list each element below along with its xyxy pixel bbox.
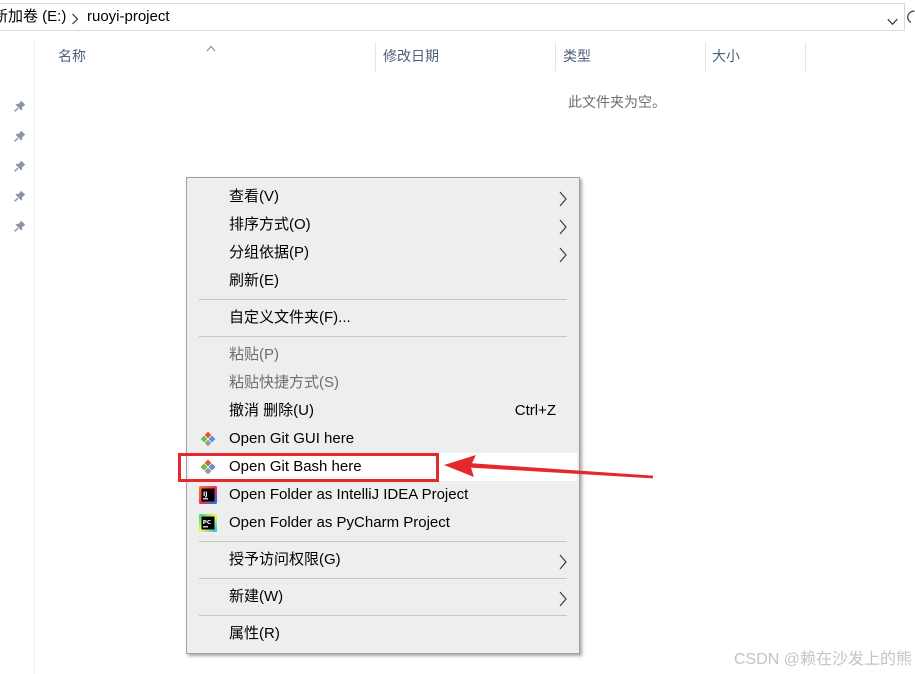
menu-separator: [187, 611, 579, 620]
column-header-date-modified[interactable]: 修改日期: [383, 42, 439, 70]
menu-item-label: 自定义文件夹(F)...: [229, 309, 351, 326]
menu-item-label: 查看(V): [229, 188, 279, 205]
menu-item-new[interactable]: 新建(W): [187, 583, 579, 611]
column-header-type[interactable]: 类型: [563, 42, 591, 70]
menu-separator: [187, 295, 579, 304]
menu-item-paste: 粘贴(P): [187, 341, 579, 369]
menu-item-properties[interactable]: 属性(R): [187, 620, 579, 648]
chevron-right-icon: [558, 217, 568, 235]
watermark: CSDN @赖在沙发上的熊: [733, 651, 912, 668]
address-bar[interactable]: 新加卷 (E:) ruoyi-project: [0, 3, 905, 31]
chevron-right-icon: [558, 589, 568, 607]
breadcrumb-drive[interactable]: 新加卷 (E:): [0, 4, 66, 30]
column-divider[interactable]: [555, 42, 556, 71]
menu-item-sort-by[interactable]: 排序方式(O): [187, 211, 579, 239]
menu-item-open-pycharm[interactable]: PC Open Folder as PyCharm Project: [187, 509, 579, 537]
menu-item-open-git-gui[interactable]: Open Git GUI here: [187, 425, 579, 453]
column-header-name[interactable]: 名称: [58, 42, 86, 70]
menu-item-label: Open Git GUI here: [229, 430, 355, 447]
breadcrumb-folder[interactable]: ruoyi-project: [87, 4, 170, 30]
menu-item-label: 撤消 删除(U): [229, 402, 314, 419]
menu-item-label: Open Folder as PyCharm Project: [229, 514, 450, 531]
chevron-right-icon[interactable]: [71, 12, 79, 25]
menu-item-open-intellij[interactable]: IJ Open Folder as IntelliJ IDEA Project: [187, 481, 579, 509]
menu-item-view[interactable]: 查看(V): [187, 183, 579, 211]
context-menu: 查看(V) 排序方式(O) 分组依据(P) 刷新(E) 自定义文件夹(F)...…: [186, 177, 580, 654]
menu-item-label: 粘贴(P): [229, 346, 279, 363]
menu-item-customize-folder[interactable]: 自定义文件夹(F)...: [187, 304, 579, 332]
file-explorer-window: { "window": { "address_bar": { "drive_la…: [0, 0, 915, 674]
column-header-size[interactable]: 大小: [712, 42, 740, 70]
menu-separator: [187, 574, 579, 583]
chevron-right-icon: [558, 552, 568, 570]
pycharm-icon: PC: [199, 514, 217, 532]
chevron-right-icon: [558, 245, 568, 263]
pin-icon[interactable]: [14, 189, 26, 202]
pin-icon[interactable]: [14, 99, 26, 112]
menu-item-label: 授予访问权限(G): [229, 551, 341, 568]
menu-item-label: Open Folder as IntelliJ IDEA Project: [229, 486, 469, 503]
menu-item-shortcut: Ctrl+Z: [514, 402, 556, 419]
menu-item-give-access[interactable]: 授予访问权限(G): [187, 546, 579, 574]
menu-item-label: 属性(R): [229, 625, 280, 642]
pycharm-logo-text: PC: [203, 520, 211, 526]
menu-item-label: 粘贴快捷方式(S): [229, 374, 339, 391]
menu-item-label: 刷新(E): [229, 272, 279, 289]
intellij-logo-text: IJ: [203, 491, 207, 498]
refresh-icon[interactable]: [907, 9, 915, 25]
chevron-down-icon[interactable]: [887, 13, 898, 26]
chevron-right-icon: [558, 189, 568, 207]
menu-item-group-by[interactable]: 分组依据(P): [187, 239, 579, 267]
column-divider[interactable]: [705, 42, 706, 71]
menu-item-label: 排序方式(O): [229, 216, 311, 233]
pin-icon[interactable]: [14, 219, 26, 232]
menu-item-label: 分组依据(P): [229, 244, 309, 261]
menu-item-paste-shortcut: 粘贴快捷方式(S): [187, 369, 579, 397]
sort-ascending-icon: [206, 39, 216, 52]
navigation-pane-divider[interactable]: [34, 40, 35, 674]
column-divider[interactable]: [805, 42, 806, 71]
annotation-highlight-box: [178, 453, 439, 482]
menu-item-label: 新建(W): [229, 588, 284, 605]
menu-separator: [187, 332, 579, 341]
menu-separator: [187, 537, 579, 546]
git-icon: [199, 430, 217, 448]
intellij-idea-icon: IJ: [199, 486, 217, 504]
menu-item-refresh[interactable]: 刷新(E): [187, 267, 579, 295]
pin-icon[interactable]: [14, 129, 26, 142]
empty-folder-message: 此文件夹为空。: [568, 94, 666, 110]
pin-icon[interactable]: [14, 159, 26, 172]
menu-item-undo-delete[interactable]: 撤消 删除(U) Ctrl+Z: [187, 397, 579, 425]
column-divider[interactable]: [375, 42, 376, 71]
